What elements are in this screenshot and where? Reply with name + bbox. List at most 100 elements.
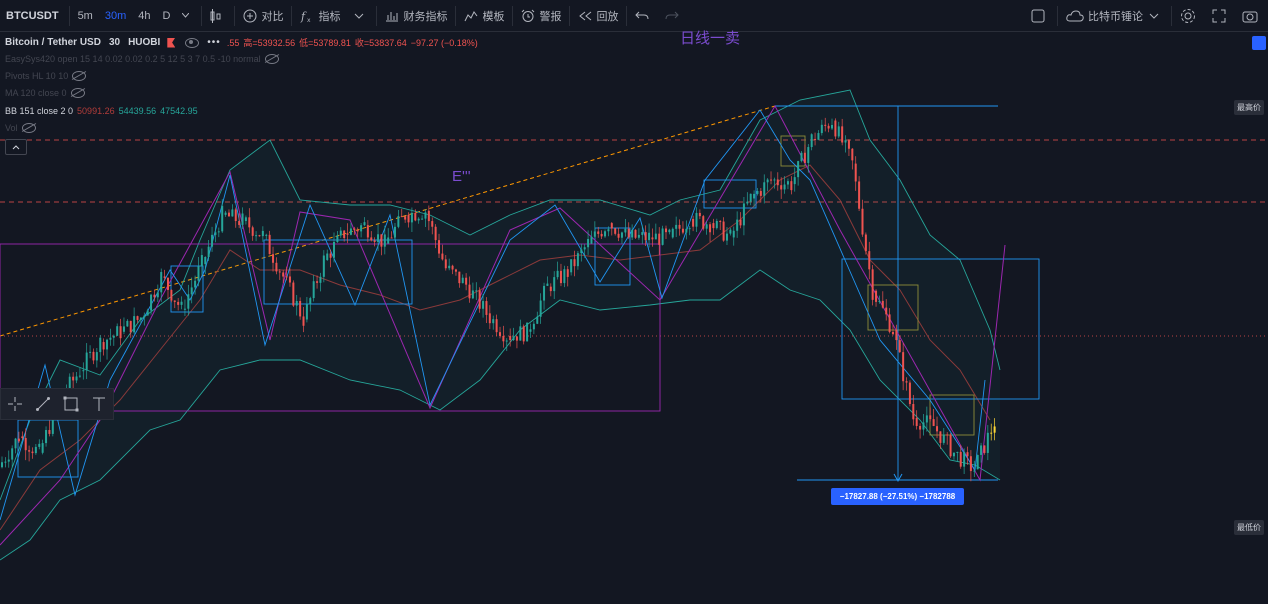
- templates-button[interactable]: 模板: [458, 0, 510, 31]
- vol-legend[interactable]: Vol: [5, 123, 36, 133]
- candle-body: [221, 205, 224, 232]
- candle-body: [410, 212, 413, 223]
- candle-body: [373, 240, 376, 242]
- candle-body: [580, 249, 583, 254]
- interval-30m-button[interactable]: 30m: [99, 0, 132, 31]
- candle-body: [522, 326, 525, 342]
- candle-body: [85, 352, 88, 371]
- interval-4h-button[interactable]: 4h: [132, 0, 156, 31]
- more-options-icon[interactable]: •••: [207, 37, 221, 48]
- series-title[interactable]: Bitcoin / Tether USD: [5, 37, 101, 48]
- candle-body: [106, 339, 109, 350]
- candle-body: [651, 237, 654, 240]
- candle-body: [109, 337, 112, 340]
- chart-type-candles-icon[interactable]: [204, 0, 232, 31]
- annotation-e-label[interactable]: E''': [452, 168, 471, 185]
- candle-body: [905, 381, 908, 383]
- candle-body: [746, 201, 749, 204]
- collapse-legend-button[interactable]: [5, 139, 27, 155]
- candle-body: [214, 232, 217, 235]
- alert-label: 警报: [539, 10, 562, 23]
- candle-body: [844, 140, 847, 143]
- candle-body: [949, 435, 952, 457]
- candle-body: [7, 459, 10, 462]
- candle-body: [387, 237, 390, 244]
- candle-body: [482, 301, 485, 309]
- price-scale-settings-button[interactable]: [1252, 36, 1266, 50]
- candle-body: [366, 225, 369, 238]
- fullscreen-toggle-button[interactable]: [1025, 0, 1055, 31]
- price-chart[interactable]: [0, 31, 1268, 604]
- hidden-eye-icon[interactable]: [70, 88, 85, 98]
- candle-body: [688, 228, 691, 230]
- candle-body: [333, 241, 335, 258]
- financials-button[interactable]: 财务指标: [379, 0, 453, 31]
- pivots-legend[interactable]: Pivots HL 10 10: [5, 71, 87, 81]
- candle-body: [898, 340, 901, 353]
- candle-body: [502, 335, 505, 342]
- candle-body: [702, 216, 705, 229]
- interval-dropdown-icon[interactable]: [176, 0, 199, 31]
- candle-body: [129, 320, 132, 333]
- interval-5m-button[interactable]: 5m: [72, 0, 99, 31]
- layout-menu-button[interactable]: 比特币锤论: [1060, 0, 1169, 31]
- candle-body: [526, 322, 529, 342]
- candle-body: [912, 404, 915, 420]
- candle-body: [915, 417, 918, 426]
- candle-body: [834, 120, 837, 137]
- trendline-tool[interactable]: [29, 389, 57, 419]
- candle-body: [133, 316, 136, 333]
- candle-body: [891, 331, 894, 335]
- candle-body: [803, 152, 806, 163]
- ma-legend[interactable]: MA 120 close 0: [5, 88, 85, 98]
- candle-body: [41, 443, 44, 453]
- candle-body: [644, 232, 647, 241]
- candle-body: [515, 336, 518, 341]
- candle-body: [902, 352, 905, 382]
- settings-button[interactable]: [1174, 0, 1206, 31]
- hidden-eye-icon[interactable]: [72, 71, 87, 81]
- toolbar-divider: [291, 5, 293, 26]
- candle-body: [329, 253, 332, 258]
- hidden-eye-icon[interactable]: [264, 54, 279, 64]
- candle-body: [136, 316, 139, 320]
- annotation-daily-sell[interactable]: 日线一卖: [680, 27, 740, 48]
- text-tool[interactable]: [85, 389, 113, 419]
- hidden-eye-icon[interactable]: [21, 123, 36, 133]
- interval-d-button[interactable]: D: [157, 0, 177, 31]
- candle-body: [553, 277, 556, 292]
- candle-body: [404, 216, 407, 220]
- crosshair-tool[interactable]: [1, 389, 29, 419]
- symbol-search-button[interactable]: BTCUSDT: [0, 0, 67, 31]
- candle-body: [881, 300, 884, 308]
- compare-button[interactable]: 对比: [237, 0, 289, 31]
- rectangle-tool[interactable]: [57, 389, 85, 419]
- candle-body: [858, 181, 861, 209]
- indicators-button[interactable]: fx 指标: [294, 0, 374, 31]
- candle-body: [248, 217, 251, 228]
- snapshot-button[interactable]: [1236, 0, 1268, 31]
- candle-body: [180, 301, 183, 305]
- visibility-eye-icon[interactable]: [185, 37, 200, 48]
- candle-body: [966, 452, 969, 457]
- candle-body: [763, 182, 766, 196]
- candle-body: [990, 432, 993, 434]
- candle-body: [21, 436, 24, 439]
- candle-body: [512, 336, 515, 341]
- candle-body: [261, 230, 264, 237]
- candle-body: [559, 270, 562, 284]
- fullscreen-button[interactable]: [1206, 0, 1236, 31]
- low-value: 低=53789.81: [299, 38, 351, 48]
- undo-button[interactable]: [629, 0, 659, 31]
- candle-body: [973, 470, 976, 472]
- bb-legend[interactable]: BB 151 close 2 0 50991.26 54439.56 47542…: [5, 106, 198, 116]
- alert-button[interactable]: 警报: [515, 0, 567, 31]
- candle-body: [102, 342, 105, 350]
- candle-body: [986, 432, 989, 453]
- candle-body: [783, 184, 786, 190]
- cloud-icon: [1066, 9, 1084, 21]
- candle-body: [441, 253, 444, 260]
- replay-button[interactable]: 回放: [572, 0, 624, 31]
- easysys-legend[interactable]: EasySys420 open 15 14 0.02 0.02 0.2 5 12…: [5, 54, 279, 64]
- candle-body: [146, 310, 149, 316]
